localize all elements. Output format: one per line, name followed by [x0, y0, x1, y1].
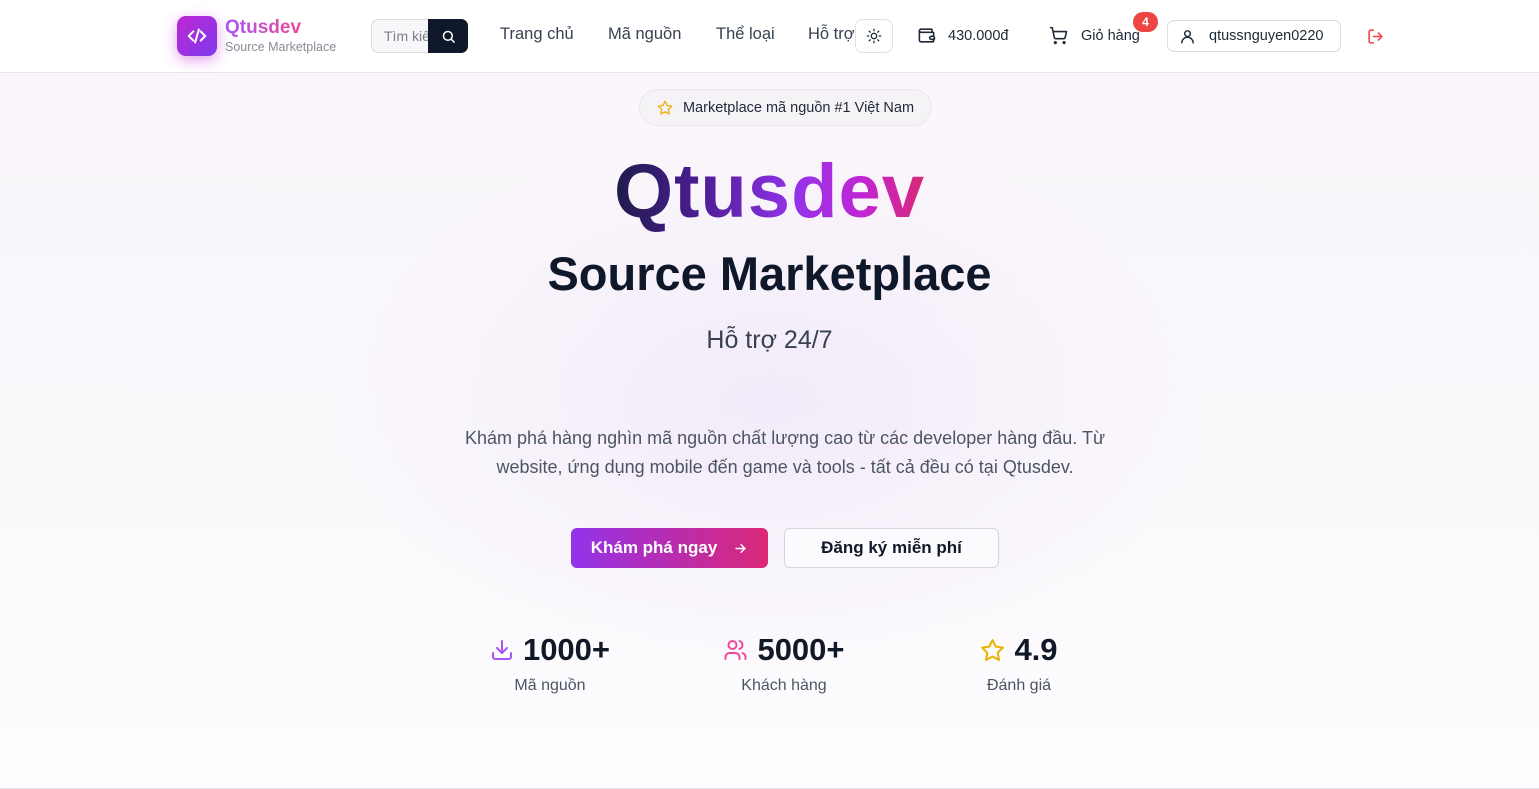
wallet-balance[interactable]: 430.000đ: [917, 26, 1008, 45]
sun-icon: [866, 28, 882, 44]
marketplace-badge: Marketplace mã nguồn #1 Việt Nam: [639, 89, 932, 126]
explore-now-button[interactable]: Khám phá ngay: [571, 528, 768, 568]
user-account-button[interactable]: qtussnguyen0220: [1167, 20, 1341, 52]
cart-icon: [1049, 26, 1068, 45]
stat-rating: 4.9 Đánh giá: [909, 630, 1129, 694]
register-free-label: Đăng ký miễn phí: [821, 538, 962, 557]
username: qtussnguyen0220: [1209, 28, 1324, 44]
star-icon: [981, 638, 1005, 661]
logout-icon: [1367, 28, 1383, 44]
nav-source-code[interactable]: Mã nguồn: [608, 26, 681, 43]
theme-toggle-button[interactable]: [855, 19, 893, 53]
hero-subtitle: Source Marketplace: [547, 247, 992, 300]
stat-rating-label: Đánh giá: [986, 677, 1052, 694]
marketplace-badge-text: Marketplace mã nguồn #1 Việt Nam: [682, 99, 915, 116]
stat-source-codes-value: 1000+: [522, 632, 611, 667]
hero-description-line-2: website, ứng dụng mobile đến game và too…: [496, 457, 1074, 477]
register-free-button[interactable]: Đăng ký miễn phí: [784, 528, 999, 568]
hero-title-text: Qtusdev: [613, 149, 926, 234]
download-icon: [491, 640, 512, 660]
cart-label: Giỏ hàng: [1081, 27, 1140, 44]
stat-customers-value: 5000+: [757, 632, 845, 667]
nav-home[interactable]: Trang chủ: [500, 26, 574, 43]
search-icon: [442, 30, 455, 43]
cart-count-badge: 4: [1133, 12, 1158, 32]
users-icon: [724, 640, 747, 660]
stat-customers-label: Khách hàng: [741, 677, 827, 694]
hero-description: Khám phá hàng nghìn mã nguồn chất lượng …: [440, 424, 1130, 482]
arrow-right-icon: [735, 543, 746, 553]
search-button[interactable]: [428, 19, 468, 53]
wallet-icon: [918, 28, 936, 43]
nav-support[interactable]: Hỗ trợ: [808, 26, 855, 43]
logo-icon[interactable]: [177, 16, 217, 56]
stat-source-codes: 1000+ Mã nguồn: [440, 630, 660, 694]
star-icon: [657, 100, 673, 115]
logout-button[interactable]: [1364, 25, 1386, 47]
stat-rating-value: 4.9: [1014, 632, 1058, 667]
stat-customers: 5000+ Khách hàng: [674, 630, 894, 694]
top-navbar: Qtusdev Source Marketplace Trang chủ Mã …: [0, 0, 1539, 73]
search-input[interactable]: [371, 19, 429, 53]
wallet-amount: 430.000đ: [948, 27, 1009, 44]
cart-button[interactable]: Giỏ hàng: [1049, 26, 1140, 45]
explore-now-label: Khám phá ngay: [590, 538, 718, 557]
brand-name[interactable]: Qtusdev: [225, 18, 301, 37]
stat-source-codes-label: Mã nguồn: [514, 677, 586, 694]
nav-categories[interactable]: Thể loại: [716, 26, 775, 43]
hero-title: Qtusdev: [0, 154, 1539, 230]
hero-tagline: Hỗ trợ 24/7: [706, 326, 833, 354]
hero-description-line-1: Khám phá hàng nghìn mã nguồn chất lượng …: [464, 428, 1106, 448]
brand-tagline: Source Marketplace: [225, 40, 337, 54]
user-icon: [1181, 29, 1194, 44]
